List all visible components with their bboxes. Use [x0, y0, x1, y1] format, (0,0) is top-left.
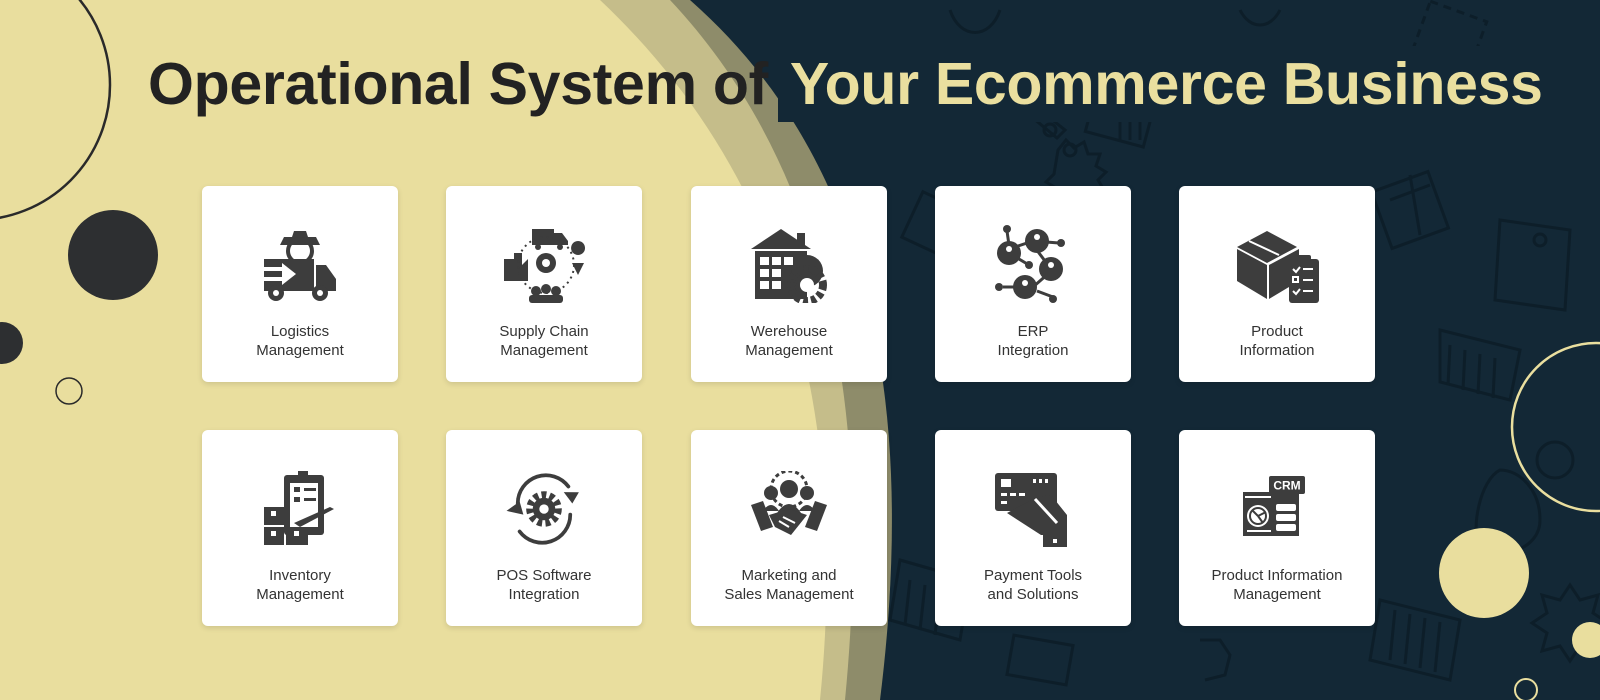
inventory-clipboard-boxes-icon — [255, 464, 345, 554]
card-label: Product Information — [1239, 323, 1315, 359]
card-label: Marketing and Sales Management — [724, 567, 854, 603]
supply-chain-network-icon — [499, 220, 589, 310]
card-logistics-management[interactable]: Logistics Management — [202, 186, 398, 382]
product-box-checklist-icon — [1232, 220, 1322, 310]
card-product-information-management[interactable]: CRM Product Information Management — [1179, 430, 1375, 626]
card-label: Logistics Management — [256, 323, 344, 359]
card-label: POS Software Integration — [496, 567, 592, 603]
card-payment-tools-solutions[interactable]: Payment Tools and Solutions — [935, 430, 1131, 626]
crm-dashboard-icon: CRM — [1232, 464, 1322, 554]
card-label: Inventory Management — [256, 567, 344, 603]
card-warehouse-management[interactable]: Werehouse Management — [691, 186, 887, 382]
crm-badge-text: CRM — [1273, 479, 1300, 493]
title-part-highlight: Your Ecommerce Business — [777, 46, 1549, 122]
card-label: Supply Chain Management — [499, 323, 589, 359]
card-pos-software-integration[interactable]: POS Software Integration — [446, 430, 642, 626]
card-product-information[interactable]: Product Information — [1179, 186, 1375, 382]
erp-integration-network-icon — [988, 220, 1078, 310]
card-label: Product Information Management — [1211, 567, 1343, 603]
deco-dot-cream — [1439, 528, 1529, 618]
card-label: Payment Tools and Solutions — [983, 567, 1083, 603]
card-supply-chain-management[interactable]: Supply Chain Management — [446, 186, 642, 382]
card-erp-integration[interactable]: ERP Integration — [935, 186, 1131, 382]
pos-sync-gear-icon — [499, 464, 589, 554]
card-label: ERP Integration — [997, 323, 1069, 359]
card-label: Werehouse Management — [745, 323, 833, 359]
marketing-handshake-team-icon — [744, 464, 834, 554]
card-marketing-sales-management[interactable]: Marketing and Sales Management — [691, 430, 887, 626]
card-inventory-management[interactable]: Inventory Management — [202, 430, 398, 626]
payment-card-hand-icon — [988, 464, 1078, 554]
page-title: Operational System of Your Ecommerce Bus… — [148, 46, 1549, 122]
title-part-dark: Operational System of — [148, 51, 768, 117]
logistics-truck-gear-icon — [255, 220, 345, 310]
warehouse-gear-icon — [744, 220, 834, 310]
deco-dot-dark — [68, 210, 158, 300]
